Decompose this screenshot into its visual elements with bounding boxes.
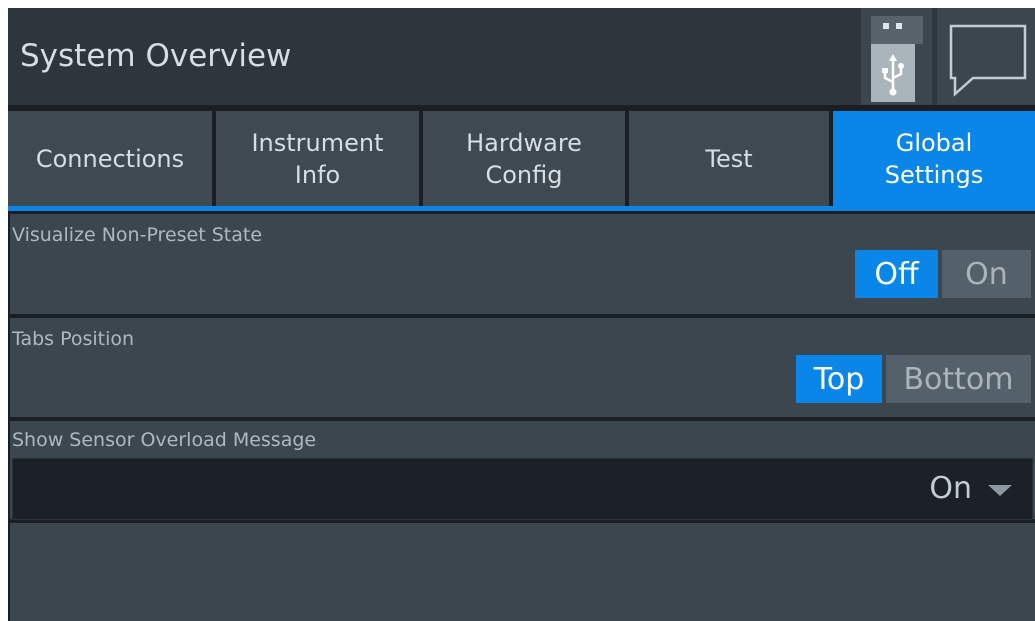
usb-button[interactable] [861,8,932,105]
tabs-position-top-button[interactable]: Top [796,355,882,403]
title-bar: System Overview [8,8,1035,105]
visualize-non-preset-panel: Visualize Non-Preset State Off On [10,214,1035,314]
visualize-on-button[interactable]: On [942,250,1031,298]
page-title: System Overview [20,38,292,74]
usb-icon [871,16,923,102]
sensor-overload-value: On [929,471,972,506]
tab-global-settings[interactable]: Global Settings [833,111,1035,207]
tab-bar: Connections Instrument Info Hardware Con… [8,111,1035,207]
sensor-overload-dropdown[interactable]: On [12,458,1033,520]
tab-instrument-info[interactable]: Instrument Info [216,111,419,207]
tab-connections[interactable]: Connections [8,111,212,207]
visualize-non-preset-label: Visualize Non-Preset State [12,224,263,246]
sensor-overload-panel: Show Sensor Overload Message On [10,421,1035,520]
tab-hardware-config[interactable]: Hardware Config [423,111,625,207]
sensor-overload-label: Show Sensor Overload Message [12,429,317,451]
empty-panel-area [10,523,1035,621]
tab-test[interactable]: Test [629,111,829,207]
tabs-position-panel: Tabs Position Top Bottom [10,318,1035,417]
app-frame: System Overview Connections Instrument I… [8,8,1035,621]
message-button[interactable] [937,8,1035,105]
tab-underline [8,206,1035,211]
message-icon [949,24,1027,97]
visualize-off-button[interactable]: Off [855,250,938,298]
chevron-down-icon [988,485,1012,496]
tabs-position-bottom-button[interactable]: Bottom [886,355,1031,403]
tabs-position-label: Tabs Position [12,328,135,350]
